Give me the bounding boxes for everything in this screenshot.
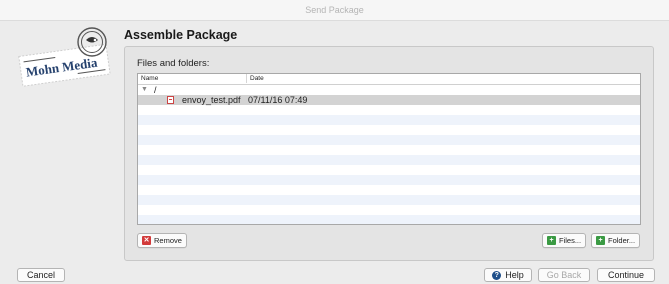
empty-row [138,215,640,224]
file-name: envoy_test.pdf [182,95,241,105]
add-folder-icon: + [596,236,605,245]
remove-icon: ✕ [142,236,151,245]
help-icon: ? [492,270,502,280]
empty-row [138,135,640,145]
empty-row [138,155,640,165]
remove-button-label: Remove [154,236,182,245]
page-title: Assemble Package [124,28,238,42]
package-panel: Files and folders: Name Date ▼ / envoy_t… [124,46,654,261]
window-title: Send Package [305,5,364,15]
add-files-button[interactable]: + Files... [542,233,587,248]
root-folder-label: / [154,85,157,95]
cancel-button-label: Cancel [26,270,55,280]
table-row[interactable]: envoy_test.pdf 07/11/16 07:49 [138,95,640,105]
go-back-button-label: Go Back [546,270,582,280]
disclosure-triangle-icon[interactable]: ▼ [141,85,148,95]
remove-button[interactable]: ✕ Remove [137,233,187,248]
file-tree-table[interactable]: Name Date ▼ / envoy_test.pdf 07/11/16 07… [137,73,641,225]
column-header-date[interactable]: Date [246,74,264,83]
help-button-label: Help [505,270,524,280]
empty-row [138,185,640,195]
files-and-folders-label: Files and folders: [137,58,210,69]
empty-row [138,195,640,205]
go-back-button[interactable]: Go Back [538,268,590,282]
add-files-icon: + [547,236,556,245]
file-date: 07/11/16 07:49 [248,95,308,105]
empty-row [138,205,640,215]
mohn-media-logo: Mohn Media [16,24,116,96]
continue-button[interactable]: Continue [597,268,655,282]
pdf-file-icon [167,96,174,104]
empty-row [138,145,640,155]
empty-row [138,125,640,135]
empty-row [138,115,640,125]
add-folder-button-label: Folder... [608,236,636,245]
add-files-button-label: Files... [559,236,582,245]
continue-button-label: Continue [607,270,645,280]
window-titlebar: Send Package [0,0,669,21]
table-header: Name Date [138,74,640,85]
tree-row-root[interactable]: ▼ / [138,85,640,95]
help-button[interactable]: ? Help [484,268,532,282]
add-folder-button[interactable]: + Folder... [591,233,641,248]
empty-row [138,105,640,115]
column-header-name[interactable]: Name [141,75,158,82]
empty-row [138,165,640,175]
empty-row [138,175,640,185]
cancel-button[interactable]: Cancel [17,268,65,282]
